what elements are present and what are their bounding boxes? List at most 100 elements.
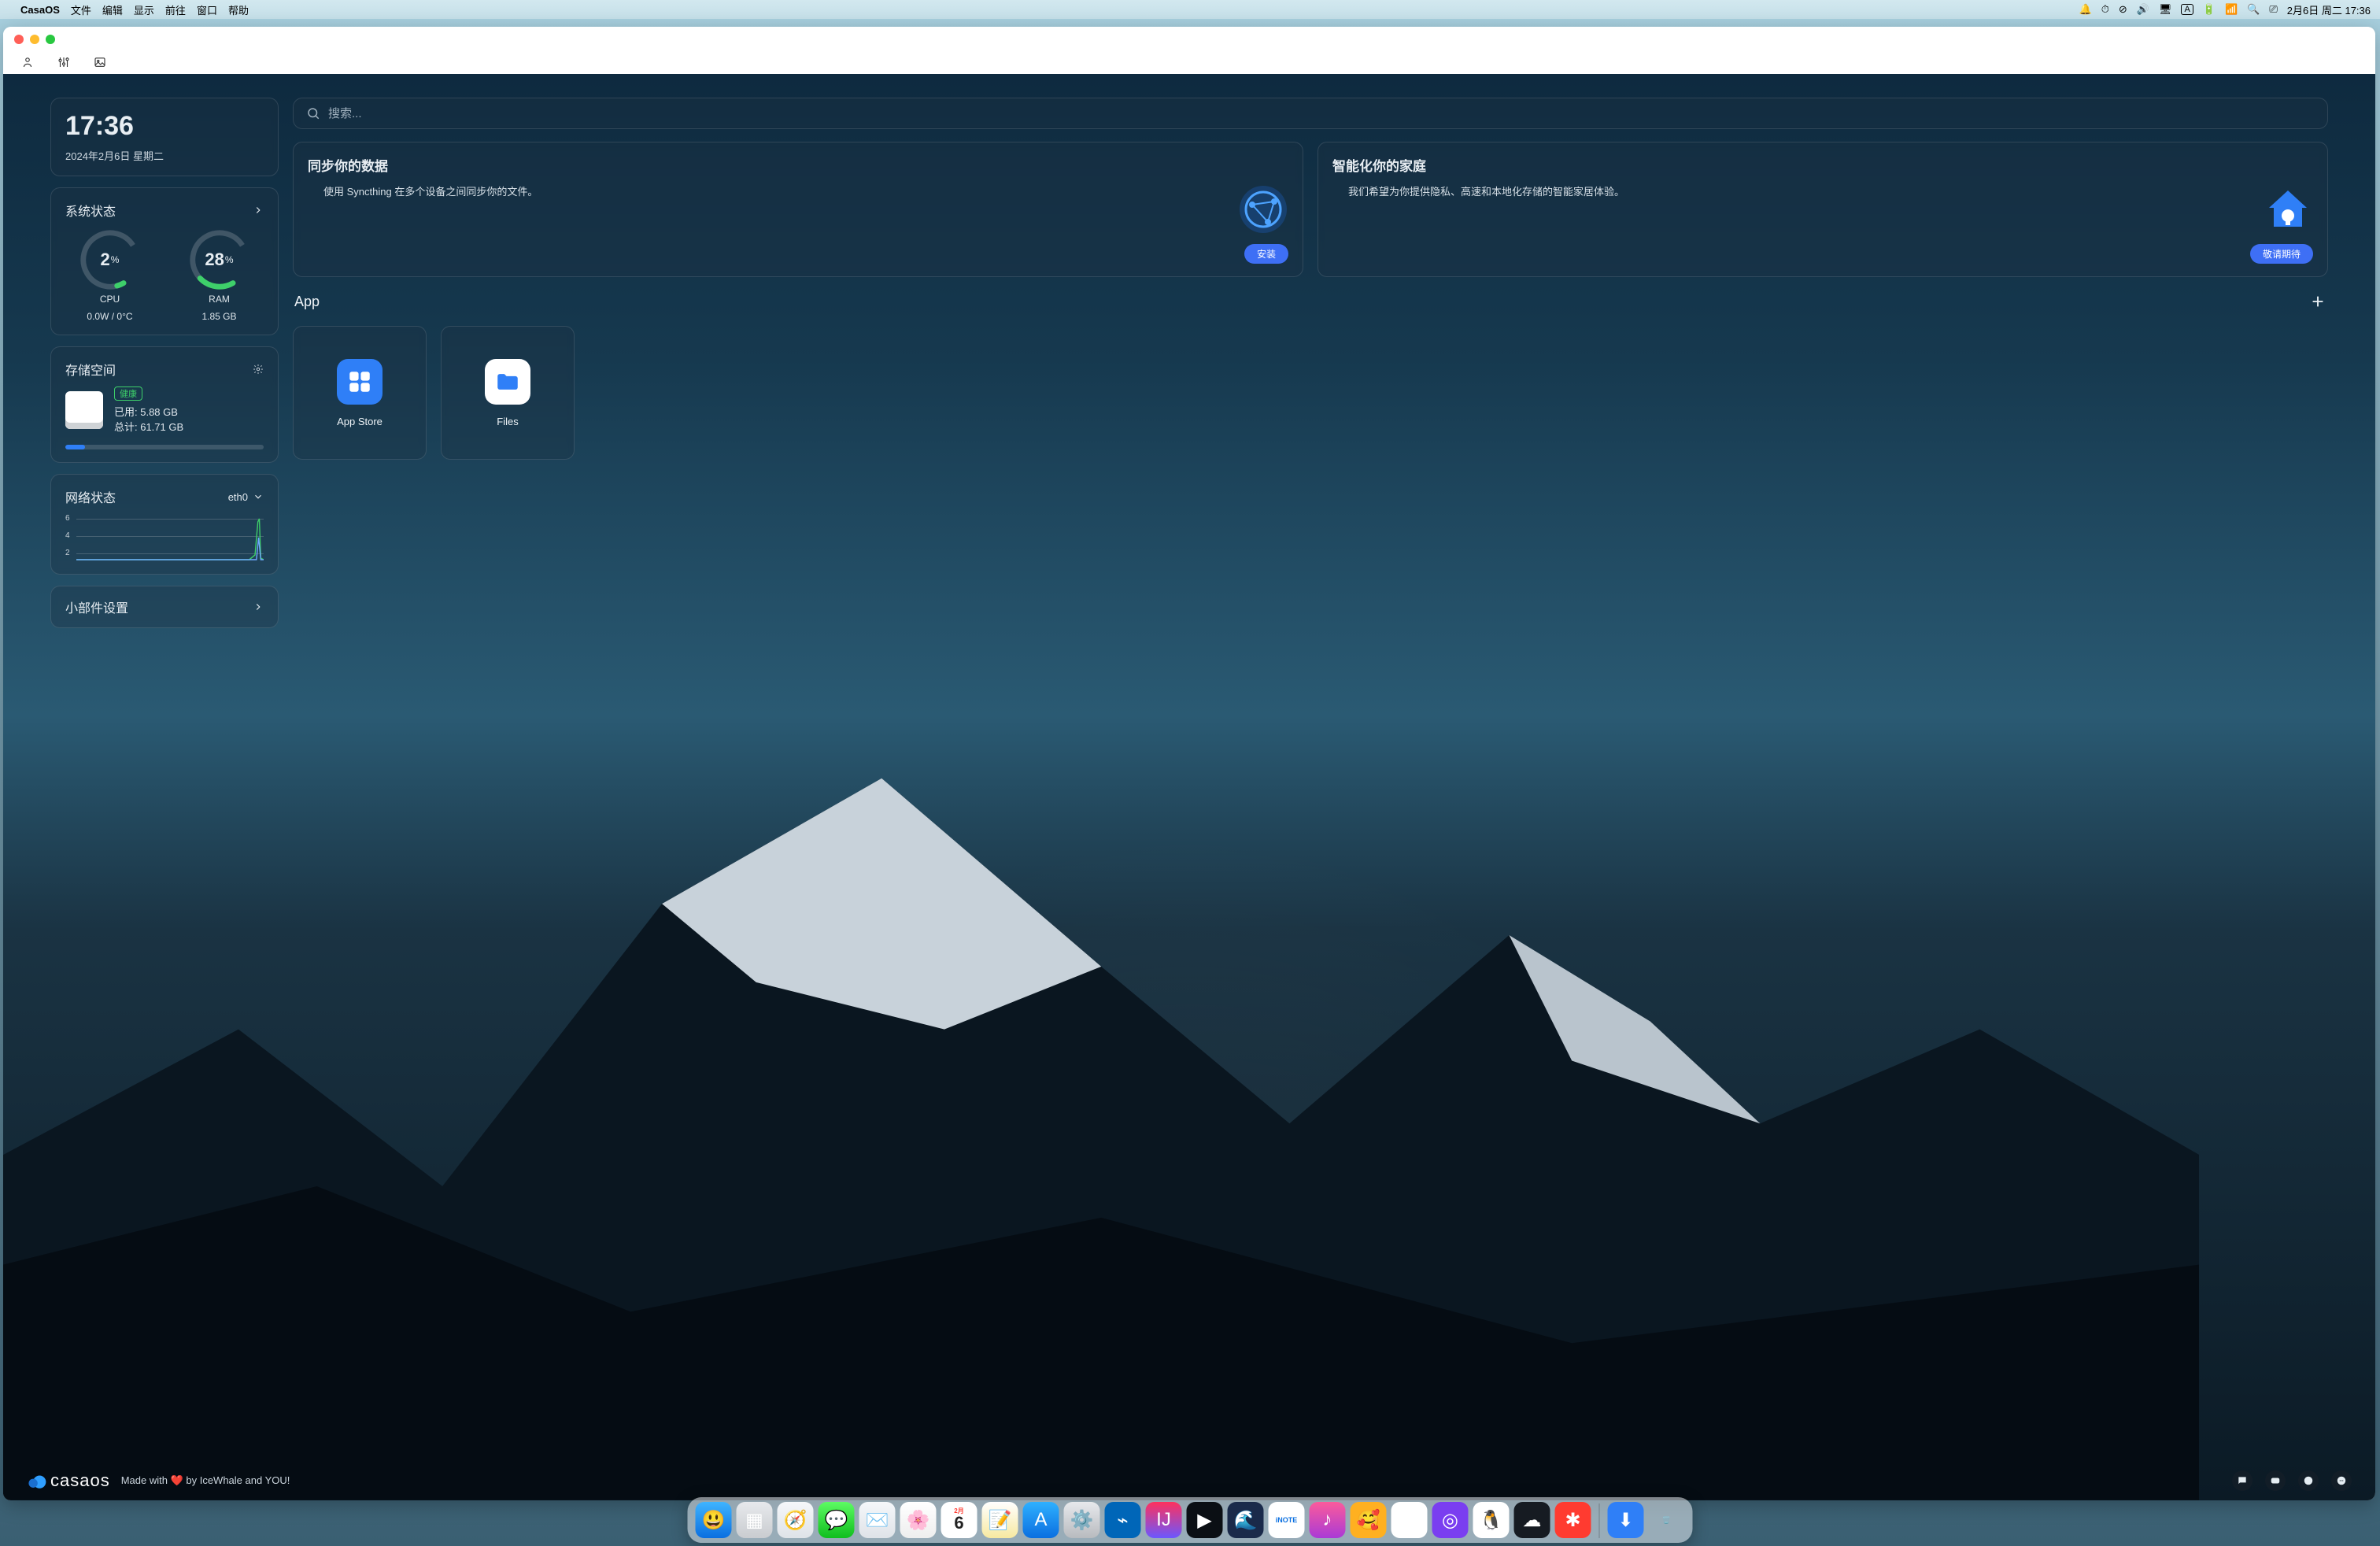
- dock-item-photos[interactable]: 🌸: [900, 1502, 937, 1538]
- dock-item-emoji[interactable]: 🥰: [1351, 1502, 1387, 1538]
- promo-sync-desc: 使用 Syncthing 在多个设备之间同步你的文件。: [308, 184, 1225, 235]
- wifi-icon[interactable]: 📶: [2225, 3, 2238, 16]
- dock-item-inote[interactable]: iNOTE: [1269, 1502, 1305, 1538]
- dock-item-wave[interactable]: 🌊: [1228, 1502, 1264, 1538]
- ram-value: 28: [205, 250, 224, 270]
- window-close-button[interactable]: [14, 35, 24, 44]
- network-title: 网络状态: [65, 487, 116, 506]
- dock-item-calendar[interactable]: 2月6: [941, 1502, 978, 1538]
- cpu-unit: %: [111, 254, 120, 265]
- battery-icon[interactable]: 🔋: [2203, 3, 2216, 16]
- gear-icon[interactable]: [253, 364, 264, 375]
- feedback-icon[interactable]: [2232, 1470, 2252, 1491]
- promo-sync-button[interactable]: 安装: [1244, 244, 1288, 264]
- menu-edit[interactable]: 编辑: [102, 2, 123, 17]
- menu-window[interactable]: 窗口: [197, 2, 217, 17]
- dock-item-purple-app[interactable]: ◎: [1432, 1502, 1469, 1538]
- dock-item-safari[interactable]: 🧭: [778, 1502, 814, 1538]
- promo-home-card: 智能化你的家庭 我们希望为你提供隐私、高速和本地化存储的智能家居体验。 敬请期待: [1318, 142, 2328, 277]
- syncthing-icon: [1238, 184, 1288, 235]
- search-bar[interactable]: [293, 98, 2328, 129]
- image-icon[interactable]: [93, 55, 107, 73]
- ram-sub: 1.85 GB: [201, 311, 236, 322]
- apps-section-header: App: [293, 290, 2328, 313]
- spotlight-icon[interactable]: 🔍: [2247, 3, 2260, 16]
- folder-icon: [494, 368, 521, 395]
- volume-icon[interactable]: 🔊: [2137, 3, 2149, 16]
- dock-item-red-app[interactable]: ✱: [1555, 1502, 1591, 1538]
- casaos-logo-text: casaos: [50, 1470, 110, 1491]
- window-zoom-button[interactable]: [46, 35, 55, 44]
- user-icon[interactable]: [20, 55, 35, 73]
- dock-item-messages[interactable]: 💬: [819, 1502, 855, 1538]
- chevron-down-icon: [253, 491, 264, 502]
- net-tick-4: 4: [65, 531, 70, 540]
- dock-item-notes[interactable]: 📝: [982, 1502, 1018, 1538]
- dock-item-qq[interactable]: 🐧: [1473, 1502, 1510, 1538]
- disk-icon: [65, 391, 103, 429]
- tray-icon-2[interactable]: ⊘: [2119, 3, 2127, 16]
- dock-item-appstore[interactable]: A: [1023, 1502, 1059, 1538]
- footer-tagline: Made with ❤️ by IceWhale and YOU!: [121, 1474, 290, 1487]
- dock-item-term1[interactable]: ▶: [1187, 1502, 1223, 1538]
- dock-item-finder[interactable]: 😃: [696, 1502, 732, 1538]
- promo-home-button[interactable]: 敬请期待: [2250, 244, 2313, 264]
- app-window: 17:36 2024年2月6日 星期二 系统状态 2%: [3, 27, 2375, 1500]
- system-status-card[interactable]: 系统状态 2% CPU 0.0W / 0°C: [50, 187, 279, 335]
- promo-sync-card: 同步你的数据 使用 Syncthing 在多个设备之间同步你的文件。 安装: [293, 142, 1303, 277]
- dock-item-trash[interactable]: 🗑️: [1649, 1502, 1685, 1538]
- promo-home-title: 智能化你的家庭: [1332, 155, 2313, 175]
- chevron-right-icon: [253, 601, 264, 612]
- dock-item-downloads[interactable]: ⬇: [1608, 1502, 1644, 1538]
- chat-icon[interactable]: [2331, 1470, 2352, 1491]
- control-center-icon[interactable]: ⎚: [2269, 3, 2277, 16]
- widgets-title: 小部件设置: [65, 597, 128, 616]
- menu-file[interactable]: 文件: [71, 2, 91, 17]
- dock-item-intellij[interactable]: IJ: [1146, 1502, 1182, 1538]
- tray-icon-1[interactable]: ⏱: [2101, 3, 2109, 16]
- dock-separator: [1599, 1503, 1600, 1538]
- mac-dock: 😃▦🧭💬✉️🌸2月6📝A⚙️⌁IJ▶🌊iNOTE♪🥰◑◎🐧☁✱ ⬇🗑️: [688, 1497, 1693, 1543]
- cpu-sub: 0.0W / 0°C: [87, 311, 132, 322]
- github-icon[interactable]: [2298, 1470, 2319, 1491]
- clock-date: 2024年2月6日 星期二: [65, 148, 264, 163]
- app-tile-label: App Store: [337, 416, 382, 427]
- input-source-icon[interactable]: A: [2181, 4, 2193, 15]
- network-iface-selector[interactable]: eth0: [228, 491, 264, 503]
- window-minimize-button[interactable]: [30, 35, 39, 44]
- display-icon[interactable]: 🖥: [2159, 3, 2172, 16]
- dock-item-vscode[interactable]: ⌁: [1105, 1502, 1141, 1538]
- sliders-icon[interactable]: [57, 55, 71, 73]
- cpu-gauge: 2% CPU 0.0W / 0°C: [78, 227, 142, 322]
- storage-used: 已用: 5.88 GB: [114, 404, 183, 419]
- bell-icon[interactable]: 🔔: [2079, 3, 2092, 16]
- chevron-right-icon: [253, 205, 264, 216]
- ram-gauge: 28% RAM 1.85 GB: [187, 227, 252, 322]
- dock-item-mail[interactable]: ✉️: [859, 1502, 896, 1538]
- dock-item-cloud-app[interactable]: ☁: [1514, 1502, 1550, 1538]
- clock-card: 17:36 2024年2月6日 星期二: [50, 98, 279, 176]
- system-status-title: 系统状态: [65, 201, 116, 220]
- apps-section-title: App: [294, 294, 320, 310]
- app-tile-files[interactable]: Files: [441, 326, 575, 460]
- network-chart: 6 4 2: [65, 514, 264, 561]
- search-input[interactable]: [328, 107, 2315, 120]
- menubar-app-name[interactable]: CasaOS: [20, 4, 60, 16]
- menubar-clock[interactable]: 2月6日 周二 17:36: [2287, 2, 2371, 17]
- storage-health-badge: 健康: [114, 386, 142, 401]
- storage-card: 存储空间 健康 已用: 5.88 GB 总计: 61.71 GB: [50, 346, 279, 463]
- dock-item-launchpad[interactable]: ▦: [737, 1502, 773, 1538]
- app-tile-label: Files: [497, 416, 518, 427]
- dock-item-edge[interactable]: ◑: [1391, 1502, 1428, 1538]
- dock-item-music[interactable]: ♪: [1310, 1502, 1346, 1538]
- dock-item-settings[interactable]: ⚙️: [1064, 1502, 1100, 1538]
- app-tile-appstore[interactable]: App Store: [293, 326, 427, 460]
- menu-help[interactable]: 帮助: [228, 2, 249, 17]
- widgets-settings-card[interactable]: 小部件设置: [50, 586, 279, 628]
- menu-go[interactable]: 前往: [165, 2, 186, 17]
- add-app-button[interactable]: [2309, 293, 2326, 310]
- window-traffic-lights: [14, 35, 55, 44]
- network-card: 网络状态 eth0 6 4 2: [50, 474, 279, 575]
- menu-view[interactable]: 显示: [134, 2, 154, 17]
- discord-icon[interactable]: [2265, 1470, 2286, 1491]
